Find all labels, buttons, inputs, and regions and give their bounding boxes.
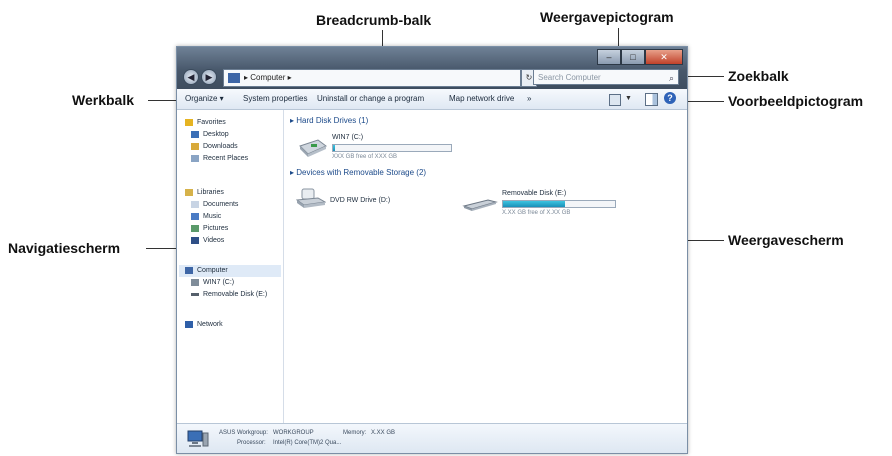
dvd-drive-icon [296,188,326,208]
nav-item-network[interactable]: Network [185,320,223,330]
recent-places-icon [191,154,199,162]
computer-icon [228,73,240,83]
drive-win7-label[interactable]: WIN7 (C:) [332,134,363,141]
callout-toolbar: Werkbalk [72,92,134,108]
documents-icon [191,200,199,208]
music-icon [191,212,199,220]
workgroup-value: WORKGROUP [273,430,314,436]
leader-toolbar [148,100,178,101]
nav-item-libraries[interactable]: Libraries [185,188,224,198]
navigation-pane: Favorites Desktop Downloads Recent Place… [177,110,284,423]
callout-navigation: Navigatiescherm [8,240,121,256]
breadcrumb-bar[interactable]: ▸ Computer ▸ [223,69,521,87]
nav-item-documents[interactable]: Documents [191,200,238,210]
nav-item-pictures[interactable]: Pictures [191,224,228,234]
minimize-button[interactable]: – [597,49,621,65]
callout-view-pane: Weergavescherm [728,232,844,248]
usb-drive-icon [191,292,199,296]
leader-navigation [146,248,176,249]
hard-drive-icon [299,139,327,157]
nav-item-favorites[interactable]: Favorites [185,118,226,128]
callout-preview-icon: Voorbeeldpictogram [728,93,864,109]
nav-item-computer[interactable]: Computer [185,266,228,276]
close-button[interactable]: ✕ [645,49,683,65]
group-removable-storage[interactable]: ▸ Devices with Removable Storage (2) [290,168,426,177]
nav-item-videos[interactable]: Videos [191,236,224,246]
map-network-drive-button[interactable]: Map network drive [449,89,514,109]
content-pane: ▸ Hard Disk Drives (1) WIN7 (C:) XXX GB … [284,110,687,423]
drive-usb-usage-fill [503,201,565,207]
computer-icon [185,266,193,274]
hard-drive-icon [191,278,199,286]
nav-item-win7[interactable]: WIN7 (C:) [191,278,234,288]
maximize-button[interactable]: □ [621,49,645,65]
search-icon[interactable]: ⌕ [669,70,674,86]
desktop-icon [191,130,199,138]
computer-icon [187,430,209,447]
organize-button[interactable]: Organize ▾ [185,89,224,109]
drive-usb-free: X.XX GB free of X.XX GB [502,210,571,216]
view-icon[interactable] [609,94,621,106]
library-icon [185,188,193,196]
search-input[interactable]: Search Computer ⌕ [533,69,679,85]
workgroup-label: Workgroup: [237,430,268,436]
star-icon [185,118,193,126]
pictures-icon [191,224,199,232]
drive-win7-usage-bar [332,144,452,152]
drive-usb-usage-bar [502,200,616,208]
network-icon [185,320,193,328]
memory-value: X.XX GB [371,430,396,436]
callout-breadcrumb: Breadcrumb-balk [316,12,432,28]
drive-usb-label[interactable]: Removable Disk (E:) [502,190,566,197]
nav-item-removable-disk[interactable]: Removable Disk (E:) [191,290,267,300]
processor-label: Processor: [237,440,266,446]
group-hard-disk-drives[interactable]: ▸ Hard Disk Drives (1) [290,116,368,125]
usb-drive-icon [462,199,498,211]
drive-win7-free: XXX GB free of XXX GB [332,154,398,160]
memory-label: Memory: [343,430,367,436]
caption-buttons: – □ ✕ [597,49,683,65]
help-icon[interactable]: ? [664,92,676,104]
downloads-icon [191,142,199,150]
toolbar: Organize ▾ System properties Uninstall o… [177,89,687,110]
drive-win7-usage-fill [333,145,336,151]
preview-pane-icon[interactable] [645,93,658,106]
forward-arrow-icon[interactable]: ▶ [201,69,217,85]
processor-value: Intel(R) Core(TM)2 Qua... [273,440,342,446]
details-bar: ASUS Workgroup: WORKGROUP Memory: X.XX G… [177,423,687,453]
toolbar-overflow-button[interactable]: » [527,89,531,109]
callout-search: Zoekbalk [728,68,789,84]
callout-view-icon: Weergavepictogram [540,9,674,25]
pc-name: ASUS [219,430,236,436]
nav-item-desktop[interactable]: Desktop [191,130,229,140]
view-dropdown-icon[interactable]: ▼ [625,89,632,109]
system-properties-button[interactable]: System properties [243,89,307,109]
explorer-window: – □ ✕ ◀ ▶ ▸ Computer ▸ ↻ Search Computer… [176,46,688,454]
back-arrow-icon[interactable]: ◀ [183,69,199,85]
videos-icon [191,236,199,244]
title-bar: – □ ✕ ◀ ▶ ▸ Computer ▸ ↻ Search Computer… [177,47,687,89]
breadcrumb-text: ▸ Computer ▸ [244,73,292,82]
nav-item-downloads[interactable]: Downloads [191,142,238,152]
drive-dvd-label[interactable]: DVD RW Drive (D:) [330,197,390,204]
uninstall-program-button[interactable]: Uninstall or change a program [317,89,424,109]
nav-item-music[interactable]: Music [191,212,221,222]
nav-item-recent-places[interactable]: Recent Places [191,154,248,164]
search-placeholder: Search Computer [538,73,601,82]
